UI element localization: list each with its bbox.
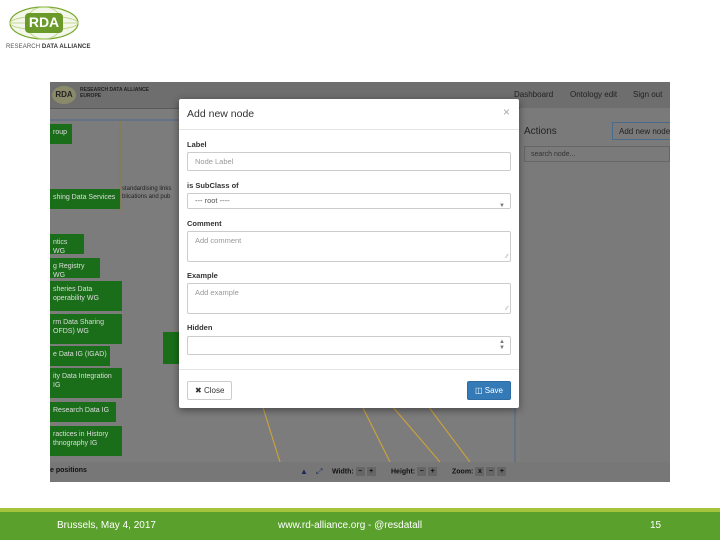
label-input[interactable]: Node Label [187, 152, 511, 171]
person-icon[interactable]: ▲ [300, 467, 308, 476]
actions-title: Actions [524, 126, 557, 137]
subclass-selected-value: --- root ---- [195, 196, 230, 205]
subclass-field-label: is SubClass of [187, 181, 239, 190]
example-field-label: Example [187, 271, 218, 280]
actions-panel [520, 108, 670, 482]
rda-logo-subtitle: RESEARCH DATA ALLIANCE [6, 44, 91, 50]
width-decrease-button[interactable]: − [355, 467, 365, 476]
comment-field-label: Comment [187, 219, 222, 228]
nav-dashboard[interactable]: Dashboard [514, 90, 553, 99]
graph-node[interactable]: ity Data Integration IG [50, 368, 122, 398]
expand-icon[interactable]: ⤢ [316, 467, 322, 477]
floppy-disk-icon: ◫ [474, 386, 483, 395]
example-placeholder: Add example [195, 288, 239, 297]
rda-logo: RDA RESEARCH DATA ALLIANCE [6, 6, 90, 52]
height-decrease-button[interactable]: − [417, 467, 427, 476]
modal-title: Add new node [187, 108, 255, 120]
zoom-control: Zoom: x − + [452, 467, 507, 476]
resize-handle-icon[interactable]: ∕∕ [506, 306, 508, 312]
add-new-node-button[interactable]: Add new node [612, 122, 670, 140]
modal-footer: ✖ Close ◫ Save [179, 369, 519, 409]
modal-header: Add new node × [179, 99, 519, 130]
width-increase-button[interactable]: + [366, 467, 376, 476]
graph-node[interactable]: e Data IG (IGAD) [50, 346, 110, 366]
zoom-in-button[interactable]: + [497, 467, 507, 476]
height-increase-button[interactable]: + [428, 467, 438, 476]
close-icon[interactable]: × [503, 105, 510, 119]
width-control: Width: − + [332, 467, 376, 476]
graph-node[interactable]: roup [50, 124, 72, 144]
close-x-icon: ✖ [195, 386, 202, 395]
close-button[interactable]: ✖ Close [187, 381, 233, 400]
save-button[interactable]: ◫ Save [466, 381, 511, 400]
footer-band: Brussels, May 4, 2017 www.rd-alliance.or… [0, 512, 720, 540]
node-description: standardising links blications and pub [122, 186, 172, 200]
zoom-reset-button[interactable]: x [475, 467, 485, 476]
resize-handle-icon[interactable]: ∕∕ [506, 254, 508, 260]
app-brand: RESEARCH DATA ALLIANCE EUROPE [80, 87, 149, 99]
comment-textarea[interactable]: Add comment ∕∕ [187, 231, 511, 262]
nav-sign-out[interactable]: Sign out [633, 90, 662, 99]
nav-ontology-edit[interactable]: Ontology edit [570, 90, 617, 99]
graph-node[interactable]: ractices in History thnography IG [50, 426, 122, 456]
graph-node[interactable]: g Registry WG [50, 258, 100, 279]
add-node-modal: Add new node × Label Node Label is SubCl… [179, 99, 519, 408]
graph-node[interactable]: Research Data IG [50, 402, 116, 422]
graph-node[interactable]: rm Data Sharing OFDS) WG [50, 314, 122, 344]
footer-location-date: Brussels, May 4, 2017 [57, 520, 156, 531]
comment-placeholder: Add comment [195, 236, 242, 245]
graph-controls-bar: e positions ▲ ⤢ Width: − + Height: − + Zoom:… [50, 462, 670, 482]
graph-node[interactable]: sheries Data operability WG [50, 281, 122, 311]
hidden-field-label: Hidden [187, 323, 213, 332]
search-node-input[interactable]: search node... [524, 146, 670, 162]
label-field-label: Label [187, 140, 207, 149]
graph-node[interactable]: shing Data Services [50, 189, 120, 209]
footer-website: www.rd-alliance.org - @resdatall [278, 520, 423, 531]
zoom-out-button[interactable]: − [486, 467, 496, 476]
positions-label: e positions [50, 467, 87, 474]
hidden-select[interactable]: ▲ ▼ [187, 336, 511, 355]
height-control: Height: − + [391, 467, 438, 476]
page-number: 15 [650, 520, 662, 531]
example-textarea[interactable]: Add example ∕∕ [187, 283, 511, 314]
subclass-select[interactable]: --- root ---- ▼ [187, 193, 511, 209]
rda-logo-text: RDA [28, 14, 60, 30]
graph-node[interactable]: ntics WG [50, 234, 84, 255]
updown-chevron-icon: ▲ ▼ [499, 339, 505, 351]
chevron-down-icon: ▼ [499, 203, 505, 209]
app-logo: RDA [52, 86, 76, 104]
